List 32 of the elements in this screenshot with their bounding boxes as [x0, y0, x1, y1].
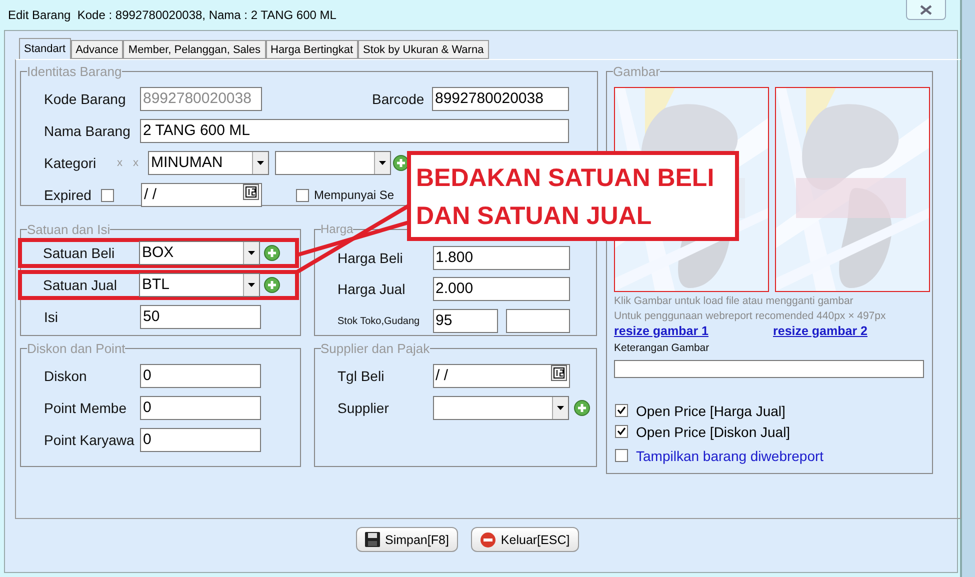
hint-text: Klik Gambar untuk load file atau mengganti gambar — [614, 295, 854, 307]
field-label: Point Membe — [44, 400, 128, 416]
checkbox-label: Mempunyai Se — [314, 188, 396, 202]
checkbox-label: Open Price [Harga Jual] — [636, 402, 786, 418]
field-label: Barcode — [372, 91, 426, 107]
field-label: Kode Barang — [44, 91, 127, 107]
field-label: Point Karyawa — [44, 432, 136, 448]
annotation-text: DAN SATUAN JUAL — [416, 201, 653, 232]
panel-legend: Identitas Barang — [27, 64, 122, 79]
panel-legend: Harga — [320, 222, 354, 236]
panel-legend: Supplier dan Pajak — [320, 341, 430, 356]
field-label: Isi — [44, 309, 59, 325]
field-label: Tgl Beli — [338, 368, 386, 384]
checkbox-label: Open Price [Diskon Jual] — [636, 424, 790, 440]
field-label: Kategori — [44, 155, 98, 171]
field-label: Satuan Jual — [43, 277, 118, 293]
field-label: Harga Jual — [338, 281, 406, 297]
hint-text: Untuk penggunaan webreport recomended 440px × 497px — [614, 310, 887, 322]
field-label: Supplier — [338, 400, 390, 416]
checkbox-label: Tampilkan barang diwebreport — [636, 448, 824, 464]
field-label: Diskon — [44, 368, 88, 384]
field-label: Satuan Beli — [43, 245, 116, 261]
window-title: Edit Barang Kode : 8992780020038, Nama : 2 TANG 600 ML — [8, 8, 336, 22]
panel-legend: Gambar — [613, 64, 660, 79]
annotation-text: BEDAKAN SATUAN BELI — [416, 163, 716, 194]
field-label: Expired — [44, 187, 92, 203]
panel-legend: Diskon dan Point — [27, 341, 126, 356]
field-label: Stok Toko,Gudang — [338, 316, 421, 326]
panel-legend: Satuan dan Isi — [27, 222, 110, 237]
field-label: Harga Beli — [338, 250, 404, 266]
field-label: Nama Barang — [44, 123, 132, 139]
field-label: Keterangan Gambar — [614, 342, 710, 354]
